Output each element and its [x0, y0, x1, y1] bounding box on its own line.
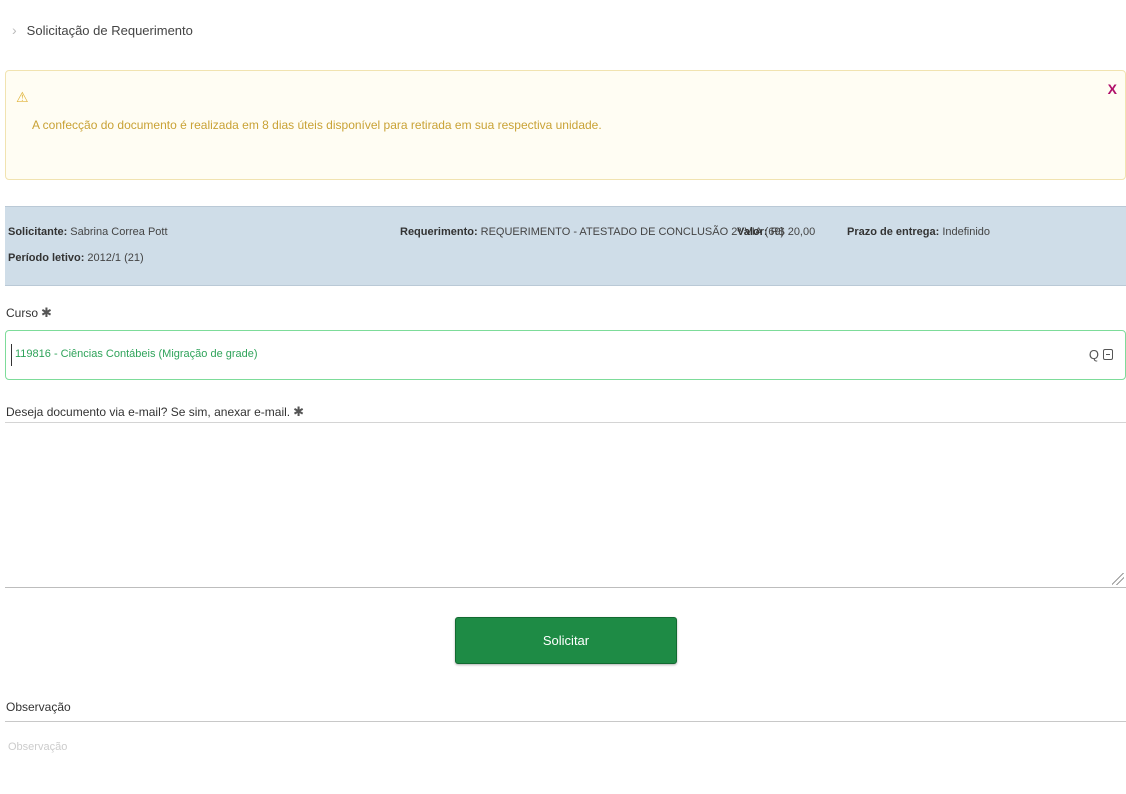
alert-message: A confecção do documento é realizada em … [32, 118, 602, 132]
solicitante-info: Solicitante: Sabrina Correa Pott [8, 226, 168, 238]
clear-icon[interactable] [1103, 349, 1113, 360]
chevron-right-icon: › [12, 22, 17, 38]
page-title: Solicitação de Requerimento [26, 22, 193, 38]
observacao-input[interactable]: Observação [8, 741, 67, 753]
valor-info: Valor: R$ 20,00 [737, 226, 815, 238]
curso-label-text: Curso [6, 306, 39, 320]
periodo-info: Período letivo: 2012/1 (21) [8, 252, 144, 264]
warning-alert: ⚠ A confecção do documento é realizada e… [5, 70, 1126, 180]
breadcrumb: › Solicitação de Requerimento [12, 22, 193, 38]
requerimento-info: Requerimento: REQUERIMENTO - ATESTADO DE … [400, 226, 784, 238]
search-icon[interactable]: Q [1089, 347, 1099, 362]
requerimento-label: Requerimento: [400, 226, 478, 238]
valor-value: R$ 20,00 [770, 226, 816, 238]
resize-handle-icon[interactable] [1112, 573, 1124, 585]
email-textarea[interactable] [5, 422, 1126, 588]
email-label-text: Deseja documento via e-mail? Se sim, ane… [6, 405, 291, 419]
email-label: Deseja documento via e-mail? Se sim, ane… [6, 404, 304, 420]
periodo-label: Período letivo: [8, 252, 85, 264]
periodo-value: 2012/1 (21) [87, 252, 144, 264]
text-cursor [11, 344, 12, 366]
valor-label: Valor: [737, 226, 768, 238]
curso-label: Curso ✱ [6, 305, 52, 321]
prazo-label: Prazo de entrega: [847, 226, 940, 238]
warning-icon: ⚠ [16, 89, 29, 105]
solicitante-label: Solicitante: [8, 226, 68, 238]
close-icon[interactable]: X [1108, 81, 1117, 97]
curso-value: 119816 - Ciências Contábeis (Migração de… [15, 348, 258, 360]
prazo-info: Prazo de entrega: Indefinido [847, 226, 990, 238]
required-icon: ✱ [41, 305, 52, 320]
observacao-divider [5, 721, 1126, 722]
curso-select[interactable]: 119816 - Ciências Contábeis (Migração de… [5, 330, 1126, 380]
solicitante-value: Sabrina Correa Pott [70, 226, 168, 238]
prazo-value: Indefinido [942, 226, 991, 238]
required-icon: ✱ [293, 404, 305, 419]
observacao-label: Observação [6, 700, 71, 714]
solicitar-button[interactable]: Solicitar [455, 617, 677, 664]
request-info-bar: Solicitante: Sabrina Correa Pott Período … [5, 206, 1126, 286]
curso-actions: Q [1089, 347, 1113, 362]
